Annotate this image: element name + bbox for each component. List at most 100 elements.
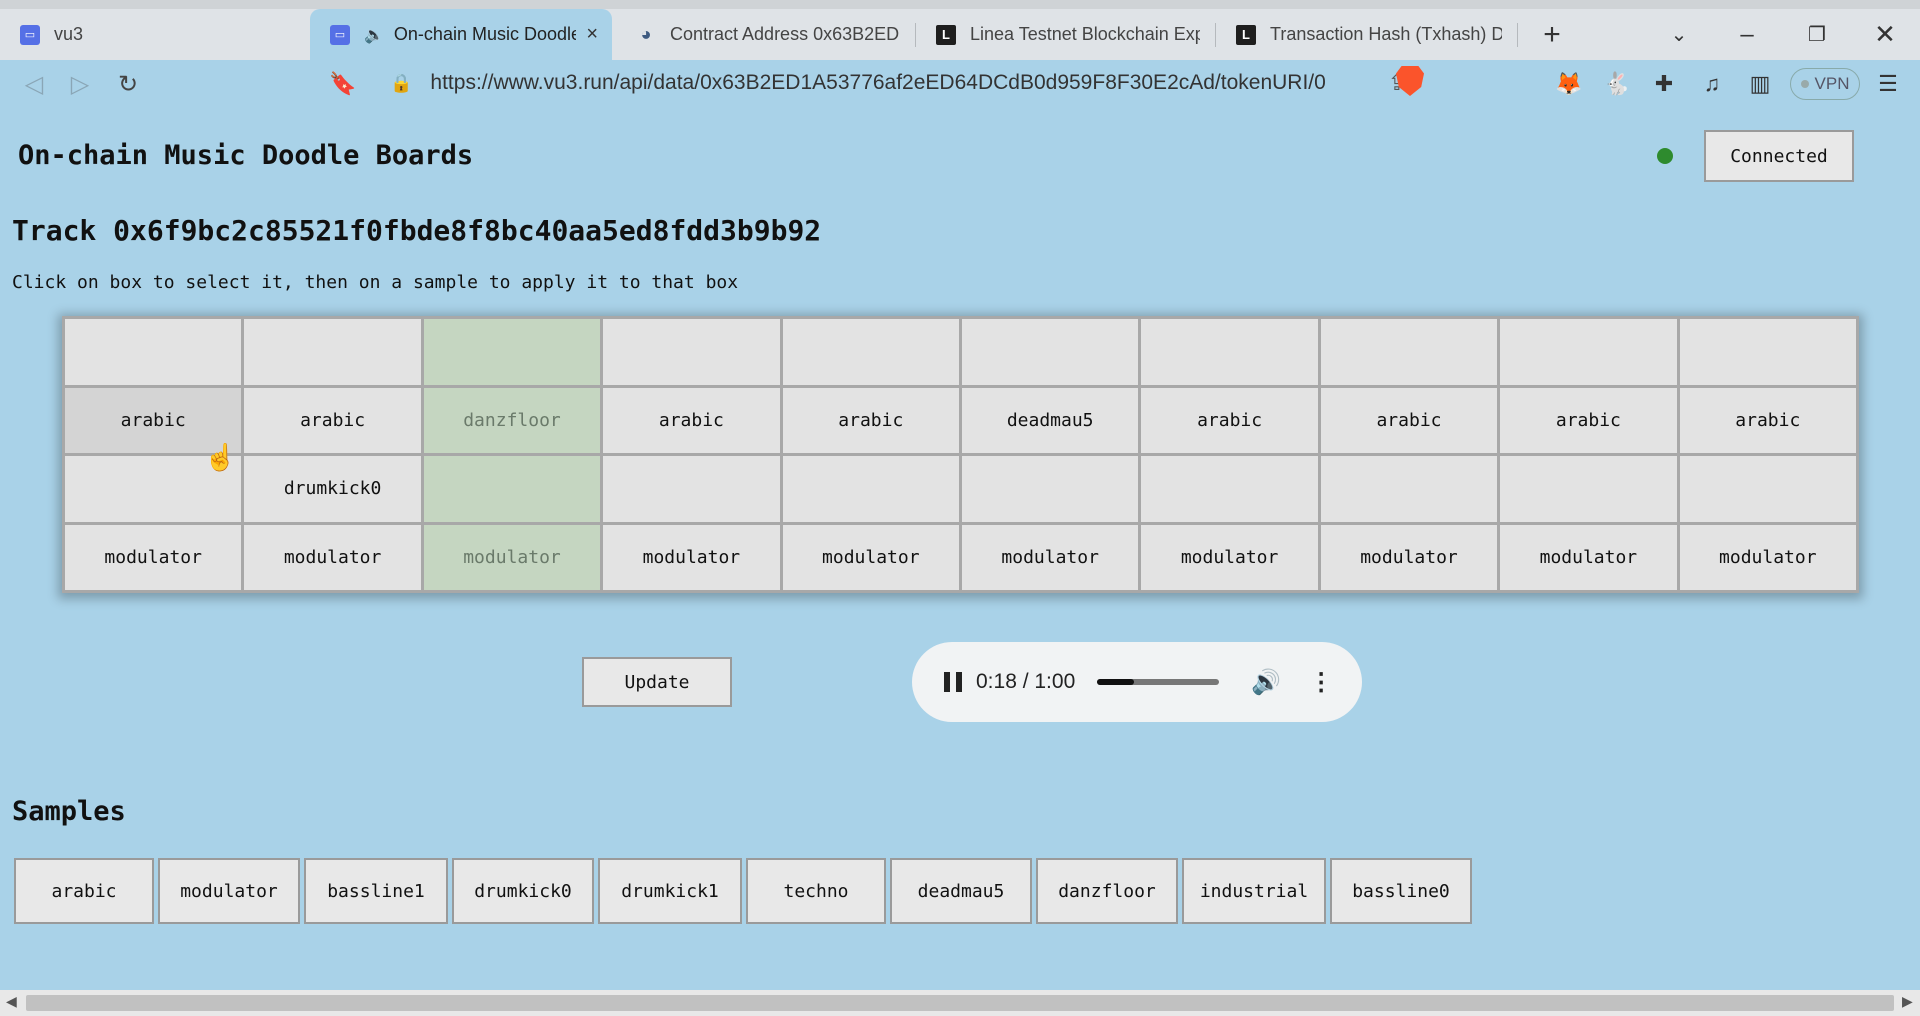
grid-cell[interactable]: modulator bbox=[1141, 524, 1318, 590]
grid-cell[interactable]: modulator bbox=[1500, 524, 1677, 590]
grid-cell[interactable]: modulator bbox=[782, 524, 959, 590]
sample-button[interactable]: drumkick0 bbox=[452, 858, 594, 924]
scroll-left-icon[interactable]: ◀ bbox=[6, 993, 17, 1010]
tab-title: Transaction Hash (Txhash) Deta bbox=[1270, 24, 1502, 44]
new-tab-icon[interactable]: + bbox=[1527, 9, 1577, 60]
grid-cell[interactable]: modulator bbox=[961, 524, 1139, 590]
scrollbar-thumb[interactable] bbox=[26, 995, 1894, 1011]
bookmark-icon[interactable]: 🔖 bbox=[325, 66, 361, 102]
doodle-grid: arabic arabic danzfloor arabic arabic deadmau… bbox=[62, 316, 1859, 593]
sample-button[interactable]: arabic bbox=[14, 858, 154, 924]
tab-doodle-boards[interactable]: ▭ 🔈 On-chain Music Doodle × bbox=[310, 9, 612, 60]
sample-button[interactable]: drumkick1 bbox=[598, 858, 742, 924]
grid-cell[interactable] bbox=[1500, 319, 1677, 385]
address-bar[interactable]: 🔒 https://www.vu3.run/api/data/0x63B2ED1… bbox=[378, 62, 1436, 104]
speaker-icon[interactable]: 🔈 bbox=[364, 25, 384, 45]
hand-cursor-icon: ☝ bbox=[204, 442, 237, 472]
volume-icon[interactable]: 🔊 bbox=[1251, 668, 1281, 697]
tab-vu3[interactable]: ▭ vu3 bbox=[0, 9, 310, 60]
pause-icon[interactable] bbox=[944, 672, 962, 692]
grid-cell[interactable] bbox=[1141, 456, 1318, 522]
sample-button[interactable]: bassline1 bbox=[304, 858, 448, 924]
grid-cell[interactable]: modulator bbox=[1320, 524, 1498, 590]
grid-cell[interactable]: arabic bbox=[1500, 387, 1677, 453]
grid-cell[interactable]: modulator bbox=[65, 524, 242, 590]
connect-button[interactable]: Connected bbox=[1704, 130, 1854, 182]
sample-button[interactable]: techno bbox=[746, 858, 886, 924]
extension-rabbit-icon[interactable]: 🐇 bbox=[1601, 68, 1633, 100]
grid-cell[interactable] bbox=[603, 456, 780, 522]
grid-cell[interactable]: modulator bbox=[603, 524, 780, 590]
vpn-status-dot bbox=[1800, 80, 1809, 88]
page-content: On-chain Music Doodle Boards Connected T… bbox=[0, 108, 1920, 990]
tab-list-chevron-icon[interactable]: ⌄ bbox=[1654, 9, 1704, 60]
sample-button[interactable]: deadmau5 bbox=[890, 858, 1032, 924]
samples-list: arabic modulator bassline1 drumkick0 drumkic… bbox=[14, 858, 1472, 924]
restore-icon[interactable]: ❐ bbox=[1792, 9, 1842, 60]
vpn-button[interactable]: VPN bbox=[1790, 68, 1860, 100]
close-window-icon[interactable]: ✕ bbox=[1860, 9, 1910, 60]
track-title: Track 0x6f9bc2c85521f0fbde8f8bc40aa5ed8f… bbox=[12, 214, 822, 247]
vu3-icon: ▭ bbox=[20, 24, 40, 45]
back-icon[interactable]: ◁ bbox=[16, 66, 52, 102]
grid-cell[interactable]: modulator bbox=[423, 524, 601, 590]
grid-cell[interactable]: drumkick0 bbox=[244, 456, 421, 522]
grid-cell[interactable]: arabic bbox=[244, 387, 421, 453]
grid-cell[interactable] bbox=[1141, 319, 1318, 385]
sample-button[interactable]: bassline0 bbox=[1330, 858, 1472, 924]
grid-cell[interactable]: arabic bbox=[1141, 387, 1318, 453]
tab-divider bbox=[1517, 23, 1518, 47]
url-text[interactable]: https://www.vu3.run/api/data/0x63B2ED1A5… bbox=[430, 71, 1387, 95]
tab-linea-explorer[interactable]: L Linea Testnet Blockchain Explor bbox=[916, 9, 1214, 60]
minimize-icon[interactable]: – bbox=[1722, 9, 1772, 60]
menu-icon[interactable]: ☰ bbox=[1872, 68, 1904, 100]
metamask-icon[interactable]: 🦊 bbox=[1553, 68, 1585, 100]
app-title: On-chain Music Doodle Boards bbox=[18, 140, 474, 171]
grid-cell[interactable] bbox=[782, 319, 959, 385]
reload-icon[interactable]: ↻ bbox=[110, 66, 146, 102]
grid-cell[interactable] bbox=[1679, 456, 1856, 522]
grid-cell[interactable]: danzfloor bbox=[423, 387, 601, 453]
progress-bar[interactable] bbox=[1097, 679, 1220, 685]
sample-button[interactable]: danzfloor bbox=[1036, 858, 1178, 924]
grid-cell[interactable] bbox=[961, 456, 1139, 522]
grid-cell[interactable]: arabic bbox=[1320, 387, 1498, 453]
grid-cell[interactable] bbox=[1500, 456, 1677, 522]
lock-icon: 🔒 bbox=[390, 72, 413, 93]
horizontal-scrollbar[interactable]: ◀ ▶ bbox=[0, 990, 1920, 1016]
close-tab-icon[interactable]: × bbox=[586, 23, 598, 46]
grid-cell[interactable] bbox=[1320, 456, 1498, 522]
tab-contract-address[interactable]: ◕ Contract Address 0x63B2ED1A bbox=[616, 9, 914, 60]
update-button[interactable]: Update bbox=[582, 657, 732, 707]
grid-cell[interactable] bbox=[65, 319, 242, 385]
more-options-icon[interactable]: ⋮ bbox=[1309, 668, 1333, 697]
grid-cell[interactable]: arabic bbox=[603, 387, 780, 453]
grid-cell[interactable]: deadmau5 bbox=[961, 387, 1139, 453]
sidebar-icon[interactable]: ▥ bbox=[1744, 68, 1776, 100]
playback-time: 0:18 / 1:00 bbox=[976, 670, 1076, 693]
extensions-puzzle-icon[interactable]: ✚ bbox=[1648, 68, 1680, 100]
grid-cell[interactable]: arabic bbox=[782, 387, 959, 453]
grid-cell[interactable] bbox=[961, 319, 1139, 385]
tab-transaction-hash[interactable]: L Transaction Hash (Txhash) Deta bbox=[1216, 9, 1516, 60]
sample-button[interactable]: modulator bbox=[158, 858, 300, 924]
grid-cell[interactable] bbox=[1320, 319, 1498, 385]
grid-cell[interactable] bbox=[423, 456, 601, 522]
forward-icon[interactable]: ▷ bbox=[62, 66, 98, 102]
tab-title: Contract Address 0x63B2ED1A bbox=[670, 24, 900, 44]
sample-button[interactable]: industrial bbox=[1182, 858, 1326, 924]
media-playlist-icon[interactable]: ♫ bbox=[1696, 68, 1728, 100]
grid-cell[interactable]: arabic bbox=[1679, 387, 1856, 453]
grid-cell[interactable] bbox=[782, 456, 959, 522]
linea-icon: L bbox=[1236, 24, 1256, 45]
linea-icon: L bbox=[936, 24, 956, 45]
grid-cell[interactable] bbox=[244, 319, 421, 385]
grid-cell[interactable]: modulator bbox=[1679, 524, 1856, 590]
grid-cell[interactable] bbox=[423, 319, 601, 385]
grid-cell[interactable] bbox=[603, 319, 780, 385]
scroll-right-icon[interactable]: ▶ bbox=[1902, 993, 1913, 1010]
grid-cell[interactable] bbox=[1679, 319, 1856, 385]
connection-status-dot bbox=[1657, 148, 1673, 164]
grid-cell[interactable]: modulator bbox=[244, 524, 421, 590]
instructions: Click on box to select it, then on a sam… bbox=[12, 272, 739, 293]
